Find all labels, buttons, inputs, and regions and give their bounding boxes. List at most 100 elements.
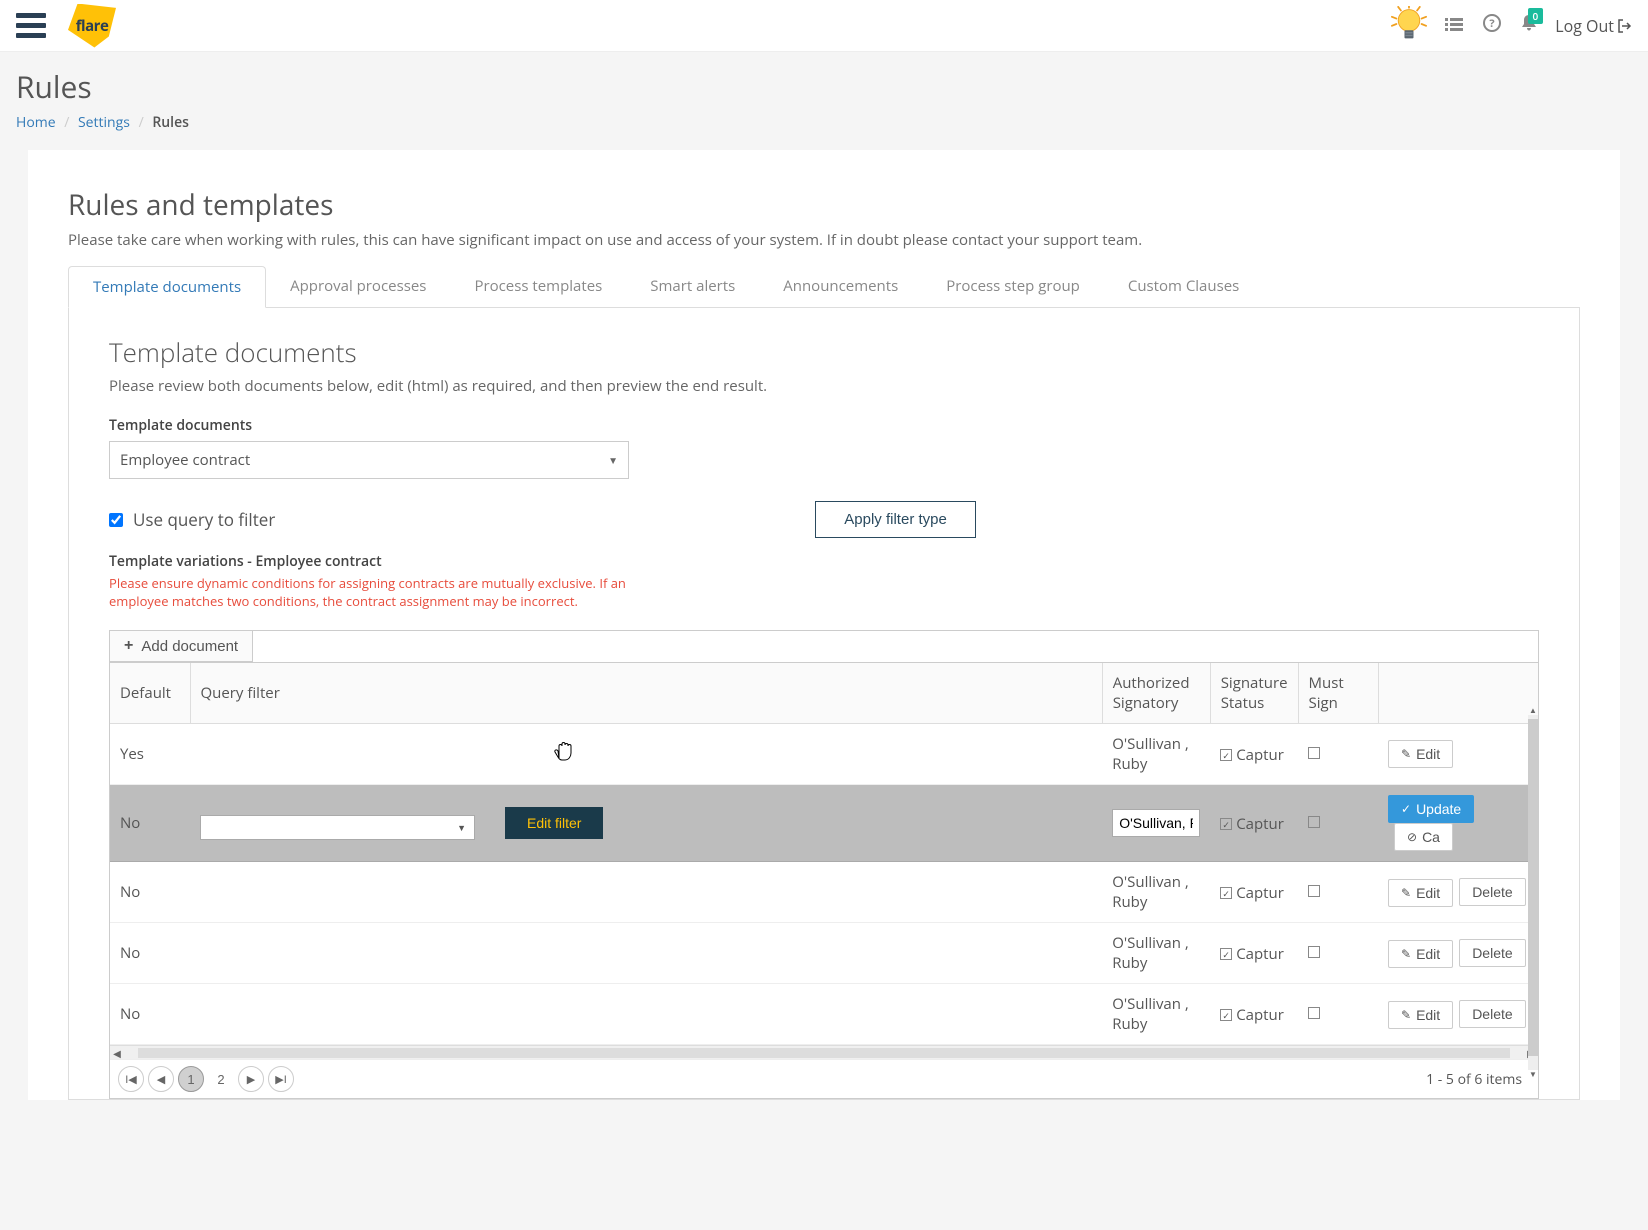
panel-description: Please take care when working with rules… <box>68 230 1580 250</box>
logo-text: flare <box>76 16 109 36</box>
cell-default: Yes <box>110 724 190 785</box>
cancel-button[interactable]: ⊘Ca <box>1394 823 1453 851</box>
breadcrumb-current: Rules <box>152 113 189 132</box>
tab-approval-processes[interactable]: Approval processes <box>266 266 450 307</box>
signature-checkbox[interactable] <box>1220 749 1232 761</box>
cell-signatory: O'Sullivan , Ruby <box>1102 923 1210 984</box>
chevron-down-icon: ▼ <box>608 453 618 467</box>
query-filter-dropdown[interactable]: ▼ <box>200 815 475 840</box>
use-query-checkbox[interactable] <box>109 513 123 527</box>
tab-content: Template documents Please review both do… <box>68 308 1580 1100</box>
horizontal-scrollbar[interactable]: ◀ ▶ <box>110 1045 1538 1059</box>
table-row: Yes O'Sullivan , RubyCaptur ✎Edit <box>110 724 1538 785</box>
col-authorized-signatory[interactable]: Authorized Signatory <box>1102 663 1210 724</box>
cell-must-sign <box>1298 862 1378 923</box>
bell-icon[interactable]: 0 <box>1521 14 1537 38</box>
flare-logo[interactable]: flare <box>68 4 116 48</box>
col-signature-status[interactable]: Signature Status <box>1210 663 1298 724</box>
col-query-filter[interactable]: Query filter <box>190 663 1102 724</box>
logout-icon <box>1618 19 1632 33</box>
cell-query-filter <box>190 862 1102 923</box>
logout-link[interactable]: Log Out <box>1555 15 1632 37</box>
signature-checkbox[interactable] <box>1220 887 1232 899</box>
must-sign-checkbox[interactable] <box>1308 885 1320 897</box>
pager-page-2[interactable]: 2 <box>208 1066 234 1092</box>
cell-actions: ✓Update⊘Ca <box>1378 785 1538 862</box>
cell-signature-status: Captur <box>1210 862 1298 923</box>
table-row: NoO'Sullivan , RubyCaptur✎EditDelete <box>110 984 1538 1045</box>
edit-button[interactable]: ✎Edit <box>1388 940 1453 968</box>
delete-button[interactable]: Delete <box>1459 1000 1525 1028</box>
must-sign-checkbox[interactable] <box>1308 1007 1320 1019</box>
delete-button[interactable]: Delete <box>1459 878 1525 906</box>
help-icon[interactable]: ? <box>1483 14 1501 38</box>
pager-prev[interactable]: ◀ <box>148 1066 174 1092</box>
edit-button[interactable]: ✎Edit <box>1388 740 1453 768</box>
signature-checkbox[interactable] <box>1220 948 1232 960</box>
cell-actions: ✎Edit <box>1378 724 1538 785</box>
tab-announcements[interactable]: Announcements <box>759 266 922 307</box>
cell-must-sign <box>1298 785 1378 862</box>
breadcrumb-home[interactable]: Home <box>16 113 56 132</box>
edit-button[interactable]: ✎Edit <box>1388 879 1453 907</box>
cell-actions: ✎EditDelete <box>1378 984 1538 1045</box>
cell-query-filter <box>190 724 1102 785</box>
tab-process-step-group[interactable]: Process step group <box>922 266 1104 307</box>
delete-button[interactable]: Delete <box>1459 939 1525 967</box>
cell-query-filter: ▼ Edit filter <box>190 785 1102 862</box>
notification-count: 0 <box>1528 8 1544 24</box>
update-button[interactable]: ✓Update <box>1388 795 1474 823</box>
template-dropdown-value: Employee contract <box>120 450 250 470</box>
list-icon[interactable] <box>1445 14 1463 38</box>
tab-process-templates[interactable]: Process templates <box>450 266 626 307</box>
section-title: Template documents <box>109 334 1539 370</box>
lightbulb-icon[interactable] <box>1391 6 1427 46</box>
add-document-button[interactable]: + Add document <box>110 631 253 662</box>
tab-bar: Template documents Approval processes Pr… <box>68 266 1580 308</box>
must-sign-checkbox[interactable] <box>1308 946 1320 958</box>
template-dropdown[interactable]: Employee contract ▼ <box>109 441 629 479</box>
table-row: No▼Edit filterCaptur✓Update⊘Ca <box>110 785 1538 862</box>
documents-grid: + Add document Default Query filter Auth… <box>109 630 1539 1099</box>
edit-button[interactable]: ✎Edit <box>1388 1001 1453 1029</box>
breadcrumb: Home / Settings / Rules <box>16 113 1632 132</box>
cell-default: No <box>110 923 190 984</box>
check-icon: ✓ <box>1401 802 1411 816</box>
signatory-input[interactable] <box>1112 809 1200 837</box>
breadcrumb-settings[interactable]: Settings <box>78 113 130 132</box>
pencil-icon: ✎ <box>1401 747 1411 761</box>
pager-next[interactable]: ▶ <box>238 1066 264 1092</box>
hamburger-menu[interactable] <box>16 13 46 38</box>
must-sign-checkbox[interactable] <box>1308 816 1320 828</box>
vertical-scrollbar[interactable]: ▲ ▼ <box>1528 715 1538 1070</box>
edit-filter-button[interactable]: Edit filter <box>505 807 603 839</box>
signature-checkbox[interactable] <box>1220 818 1232 830</box>
pager-first[interactable]: I◀ <box>118 1066 144 1092</box>
cursor-icon <box>552 736 574 762</box>
pager: I◀ ◀ 1 2 ▶ ▶I 1 - 5 of 6 items <box>110 1059 1538 1098</box>
cell-signature-status: Captur <box>1210 923 1298 984</box>
signature-checkbox[interactable] <box>1220 1009 1232 1021</box>
cell-signature-status: Captur <box>1210 724 1298 785</box>
cell-default: No <box>110 984 190 1045</box>
cell-signatory: O'Sullivan , Ruby <box>1102 984 1210 1045</box>
cell-default: No <box>110 862 190 923</box>
tab-template-documents[interactable]: Template documents <box>68 266 266 308</box>
tab-smart-alerts[interactable]: Smart alerts <box>626 266 759 307</box>
pager-last[interactable]: ▶I <box>268 1066 294 1092</box>
cell-signatory: O'Sullivan , Ruby <box>1102 724 1210 785</box>
chevron-down-icon: ▼ <box>457 821 466 834</box>
pager-page-1[interactable]: 1 <box>178 1066 204 1092</box>
cell-query-filter <box>190 984 1102 1045</box>
cell-query-filter <box>190 923 1102 984</box>
cancel-icon: ⊘ <box>1407 830 1417 844</box>
table-row: NoO'Sullivan , RubyCaptur✎EditDelete <box>110 862 1538 923</box>
pencil-icon: ✎ <box>1401 947 1411 961</box>
col-default[interactable]: Default <box>110 663 190 724</box>
template-variations-label: Template variations - Employee contract <box>109 552 1539 571</box>
must-sign-checkbox[interactable] <box>1308 747 1320 759</box>
tab-custom-clauses[interactable]: Custom Clauses <box>1104 266 1263 307</box>
col-must-sign[interactable]: Must Sign <box>1298 663 1378 724</box>
use-query-label[interactable]: Use query to filter <box>133 508 275 531</box>
apply-filter-type-button[interactable]: Apply filter type <box>815 501 976 538</box>
